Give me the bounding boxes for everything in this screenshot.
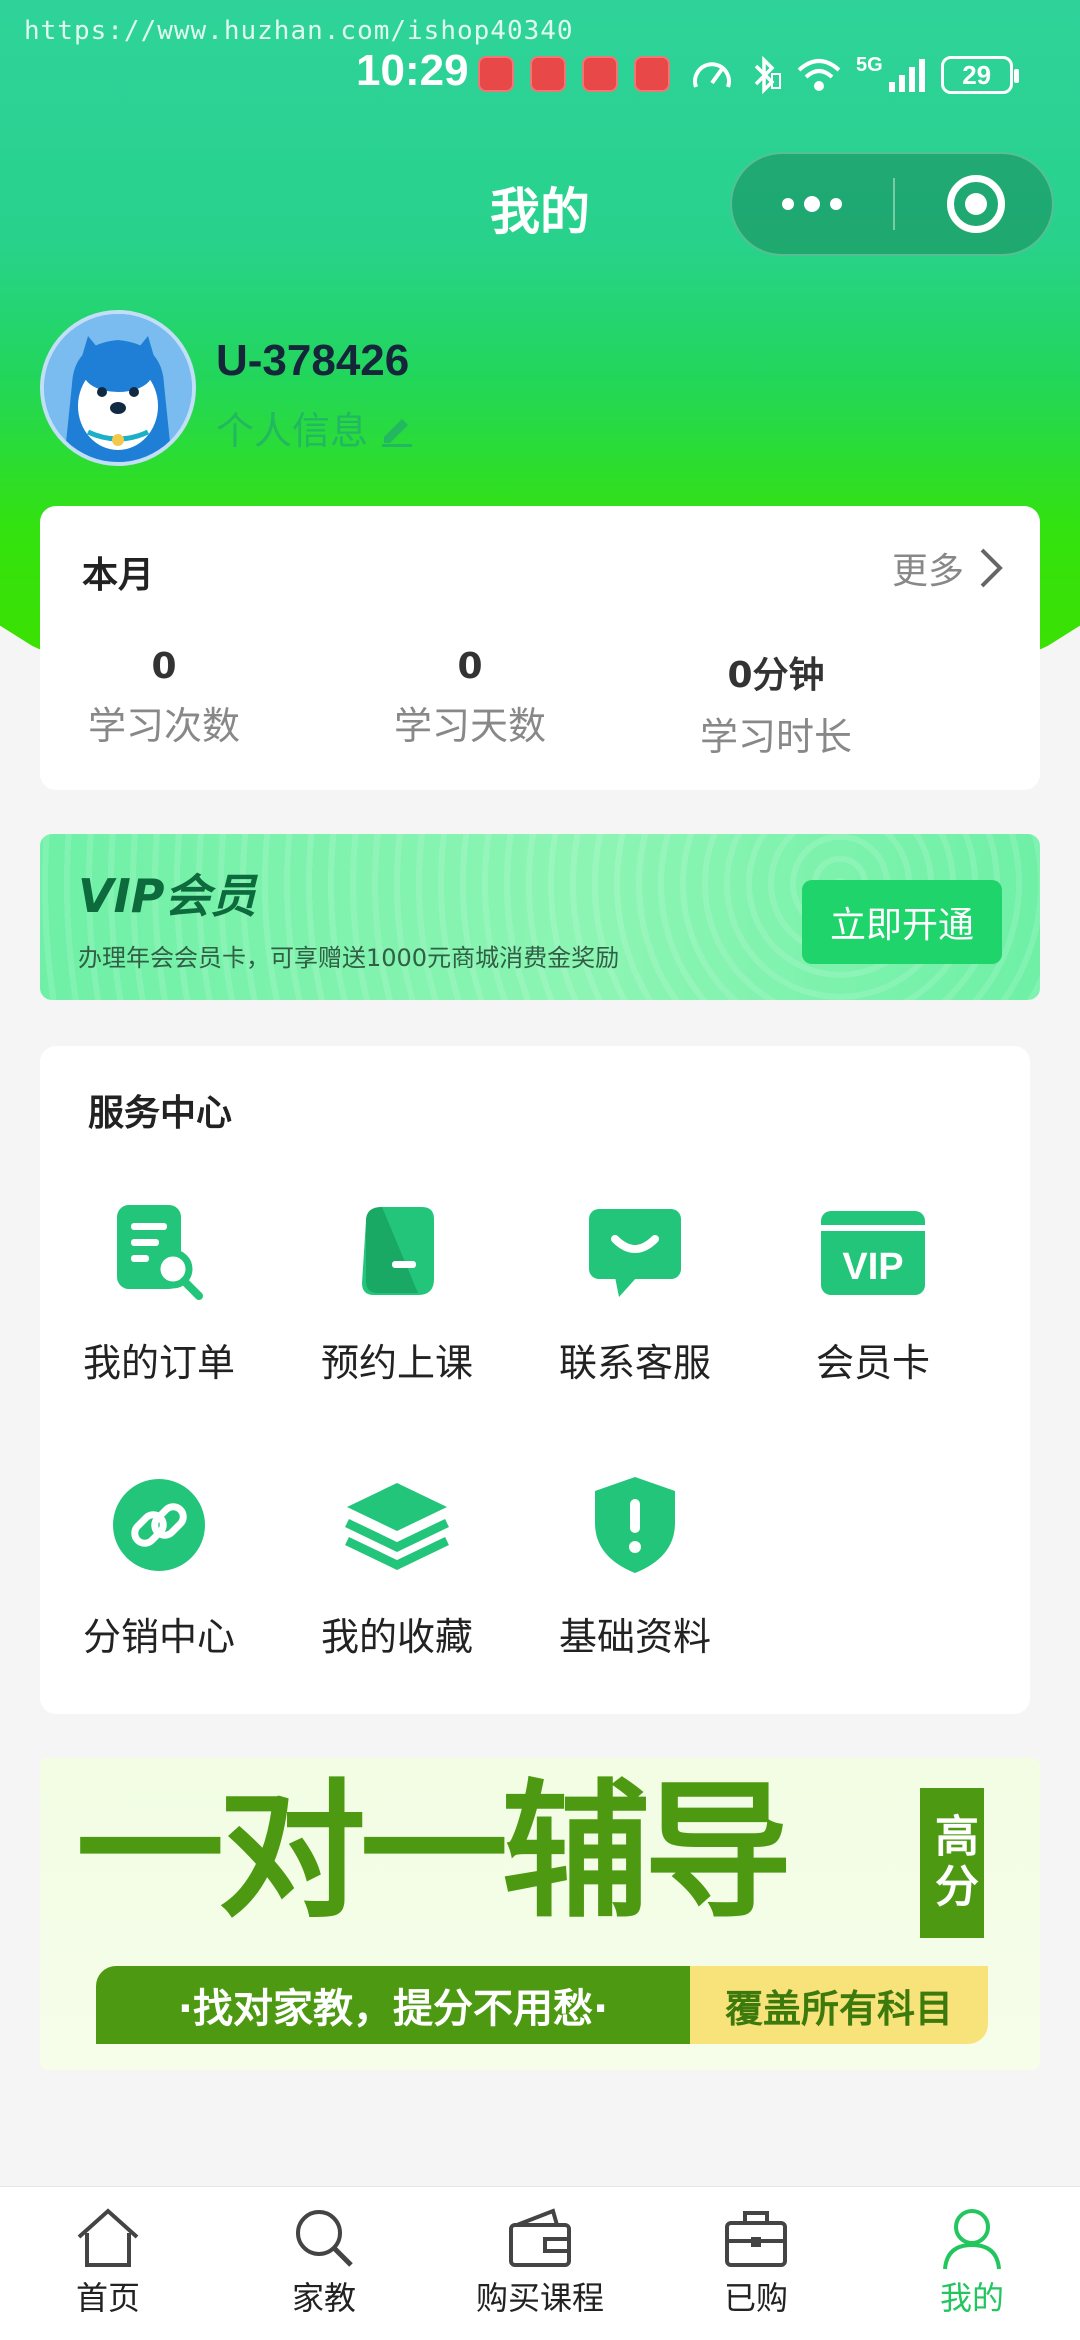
tab-label: 购买课程 [475,2279,604,2317]
banner-tag: 高分 [920,1788,984,1938]
service-label: 基础资料 [558,1615,711,1659]
huawei-app-icon [530,56,566,92]
stat-study-duration: 0分钟 学习时长 [626,646,926,761]
shield-icon [580,1470,690,1580]
service-label: 预约上课 [320,1341,473,1385]
vip-card-icon: VIP [818,1196,928,1306]
tab-label: 已购 [723,2279,788,2317]
battery-icon: 29 [940,56,1019,94]
stat-value: 0分钟 [727,655,825,696]
avatar[interactable] [40,310,196,466]
service-label: 会员卡 [815,1341,930,1385]
link-icon [104,1470,214,1580]
tab-label: 我的 [939,2279,1004,2317]
service-item-distribution[interactable]: 分销中心 [40,1470,278,1661]
banner-headline: 一对一辅导 [76,1766,792,1938]
stat-label: 学习时长 [699,715,852,759]
profile-info-label: 个人信息 [216,409,369,453]
status-time: 10:29 [356,46,469,95]
husky-avatar-icon [44,314,192,462]
stat-study-days: 0 学习天数 [320,646,620,750]
monthly-stats-card: 本月 更多 0 学习次数 0 学习天数 0分钟 学习时长 [40,506,1040,790]
wifi-icon [797,59,841,91]
chat-bubble-icon [580,1196,690,1306]
stat-label: 学习天数 [393,704,546,748]
service-item-vip-card[interactable]: VIP 会员卡 [754,1196,992,1387]
briefcase-icon [725,2211,787,2267]
home-icon [77,2208,139,2267]
service-label: 我的收藏 [320,1615,473,1659]
target-circle-icon [947,175,1005,233]
tab-label: 首页 [75,2279,140,2317]
more-stats-link[interactable]: 更多 [892,542,1004,594]
svg-text:VIP: VIP [842,1246,903,1288]
more-menu-button[interactable] [732,154,892,254]
username: U-378426 [216,336,410,385]
tab-purchased[interactable]: 已购 [648,2187,864,2340]
status-bar: 10:29 5G 29 [0,46,1080,106]
service-label: 分销中心 [82,1615,235,1659]
tutoring-banner[interactable]: 一对一辅导 高分 ·找对家教，提分不用愁· 覆盖所有科目 [40,1758,1040,2070]
stat-value: 0 [151,646,177,687]
tab-label: 家教 [291,2279,356,2317]
stat-study-count: 0 学习次数 [14,646,314,750]
service-center-card: 服务中心 我的订单 预约上课 联系客服 VIP 会员卡 分销中心 我的收藏 基础… [40,1046,1030,1714]
banner-slogan: ·找对家教，提分不用愁· [96,1966,690,2044]
vip-subtitle: 办理年会会员卡，可享赠送1000元商城消费金奖励 [78,944,620,972]
activate-vip-button[interactable]: 立即开通 [802,880,1002,964]
service-item-favorites[interactable]: 我的收藏 [278,1470,516,1661]
service-label: 联系客服 [558,1341,711,1385]
search-icon [296,2210,353,2267]
service-item-basic-info[interactable]: 基础资料 [516,1470,754,1661]
signal-icon [888,59,925,92]
book-icon [342,1196,452,1306]
service-label: 我的订单 [82,1341,235,1385]
stat-label: 学习次数 [87,704,240,748]
tab-buy-courses[interactable]: 购买课程 [432,2187,648,2340]
bluetooth-icon [754,55,781,95]
stat-value: 0 [457,646,483,687]
watermark-text: https://www.huzhan.com/ishop40340 [24,16,574,46]
close-mini-program-button[interactable] [896,154,1056,254]
banner-slogan-bar: ·找对家教，提分不用愁· 覆盖所有科目 [96,1966,988,2044]
tab-tutor[interactable]: 家教 [216,2187,432,2340]
capsule-divider [893,178,895,230]
tab-mine[interactable]: 我的 [864,2187,1080,2340]
service-item-orders[interactable]: 我的订单 [40,1196,278,1387]
edit-profile-link[interactable]: 个人信息 [216,400,416,455]
huawei-app-icon [582,56,618,92]
more-label: 更多 [891,551,964,592]
service-item-customer-service[interactable]: 联系客服 [516,1196,754,1387]
layers-icon [342,1470,452,1580]
wallet-icon [509,2208,571,2267]
mini-program-capsule [730,152,1054,256]
status-icons: 5G 29 [690,52,1019,98]
service-item-booking[interactable]: 预约上课 [278,1196,516,1387]
speed-gauge-icon [693,62,731,88]
chevron-right-icon [980,548,1003,588]
vip-title: VIP会员 [78,869,257,923]
pencil-icon [382,418,413,447]
network-label: 5G [856,54,883,76]
banner-coverage: 覆盖所有科目 [690,1966,988,2044]
vip-membership-card[interactable]: VIP会员 办理年会会员卡，可享赠送1000元商城消费金奖励 立即开通 [40,834,1040,1000]
huawei-app-icon [634,56,670,92]
order-search-icon [104,1196,214,1306]
tab-home[interactable]: 首页 [0,2187,216,2340]
bottom-tab-bar: 首页 家教 购买课程 已购 我的 [0,2186,1080,2340]
service-center-title: 服务中心 [88,1093,233,1134]
user-icon [943,2209,1001,2270]
huawei-app-icon [478,56,514,92]
month-title: 本月 [82,555,155,596]
